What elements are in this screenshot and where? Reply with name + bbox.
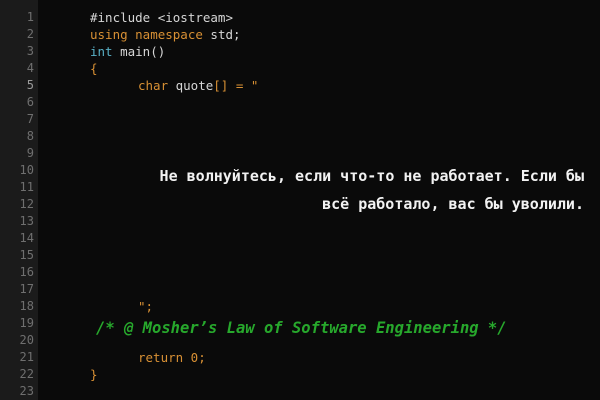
code-line-18: ";	[138, 298, 153, 315]
line-number: 13	[19, 214, 34, 228]
line-number: 7	[26, 112, 34, 126]
line-number: 23	[19, 384, 34, 398]
line-number: 12	[19, 197, 34, 211]
close-brace: }	[90, 367, 98, 382]
line-number: 9	[26, 146, 34, 160]
string-open: = "	[228, 78, 259, 93]
quote-line-2: всё работало, вас бы уволили.	[322, 195, 584, 213]
line-number: 15	[19, 248, 34, 262]
code-line-2: using namespace std;	[90, 26, 241, 43]
main-function-signature: main()	[112, 44, 166, 59]
code-line-1: #include <iostream>	[90, 9, 233, 26]
line-number: 17	[19, 282, 34, 296]
line-number: 20	[19, 333, 34, 347]
code-line-5: char quote[] = "	[138, 77, 258, 94]
string-close: ";	[138, 299, 154, 314]
line-number: 18	[19, 299, 34, 313]
open-brace: {	[90, 61, 98, 76]
code-line-3: int main()	[90, 43, 165, 60]
using-namespace-keyword: using namespace	[90, 27, 203, 42]
line-number: 11	[19, 180, 34, 194]
line-number: 16	[19, 265, 34, 279]
line-number: 2	[26, 27, 34, 41]
return-statement: return 0;	[138, 350, 206, 365]
line-number: 8	[26, 129, 34, 143]
code-line-21: return 0;	[138, 349, 206, 366]
code-line-22: }	[90, 366, 98, 383]
line-number: 3	[26, 44, 34, 58]
int-type-keyword: int	[90, 44, 113, 59]
array-brackets: []	[213, 78, 229, 93]
line-number: 1	[26, 10, 34, 24]
line-number: 22	[19, 367, 34, 381]
line-number: 5	[26, 78, 34, 92]
line-number: 10	[19, 163, 34, 177]
namespace-std: std;	[202, 27, 241, 42]
quote-identifier: quote	[168, 78, 214, 93]
attribution-comment: /* @ Mosher’s Law of Software Engineerin…	[96, 319, 507, 337]
line-number: 6	[26, 95, 34, 109]
include-directive: #include <iostream>	[90, 10, 233, 25]
line-number: 4	[26, 61, 34, 75]
line-number: 19	[19, 316, 34, 330]
quote-line-1: Не волнуйтесь, если что-то не работает. …	[159, 167, 584, 185]
code-line-4: {	[90, 60, 98, 77]
line-number: 21	[19, 350, 34, 364]
quote-text: Не волнуйтесь, если что-то не работает. …	[58, 162, 584, 218]
line-number: 14	[19, 231, 34, 245]
char-keyword: char	[138, 78, 169, 93]
